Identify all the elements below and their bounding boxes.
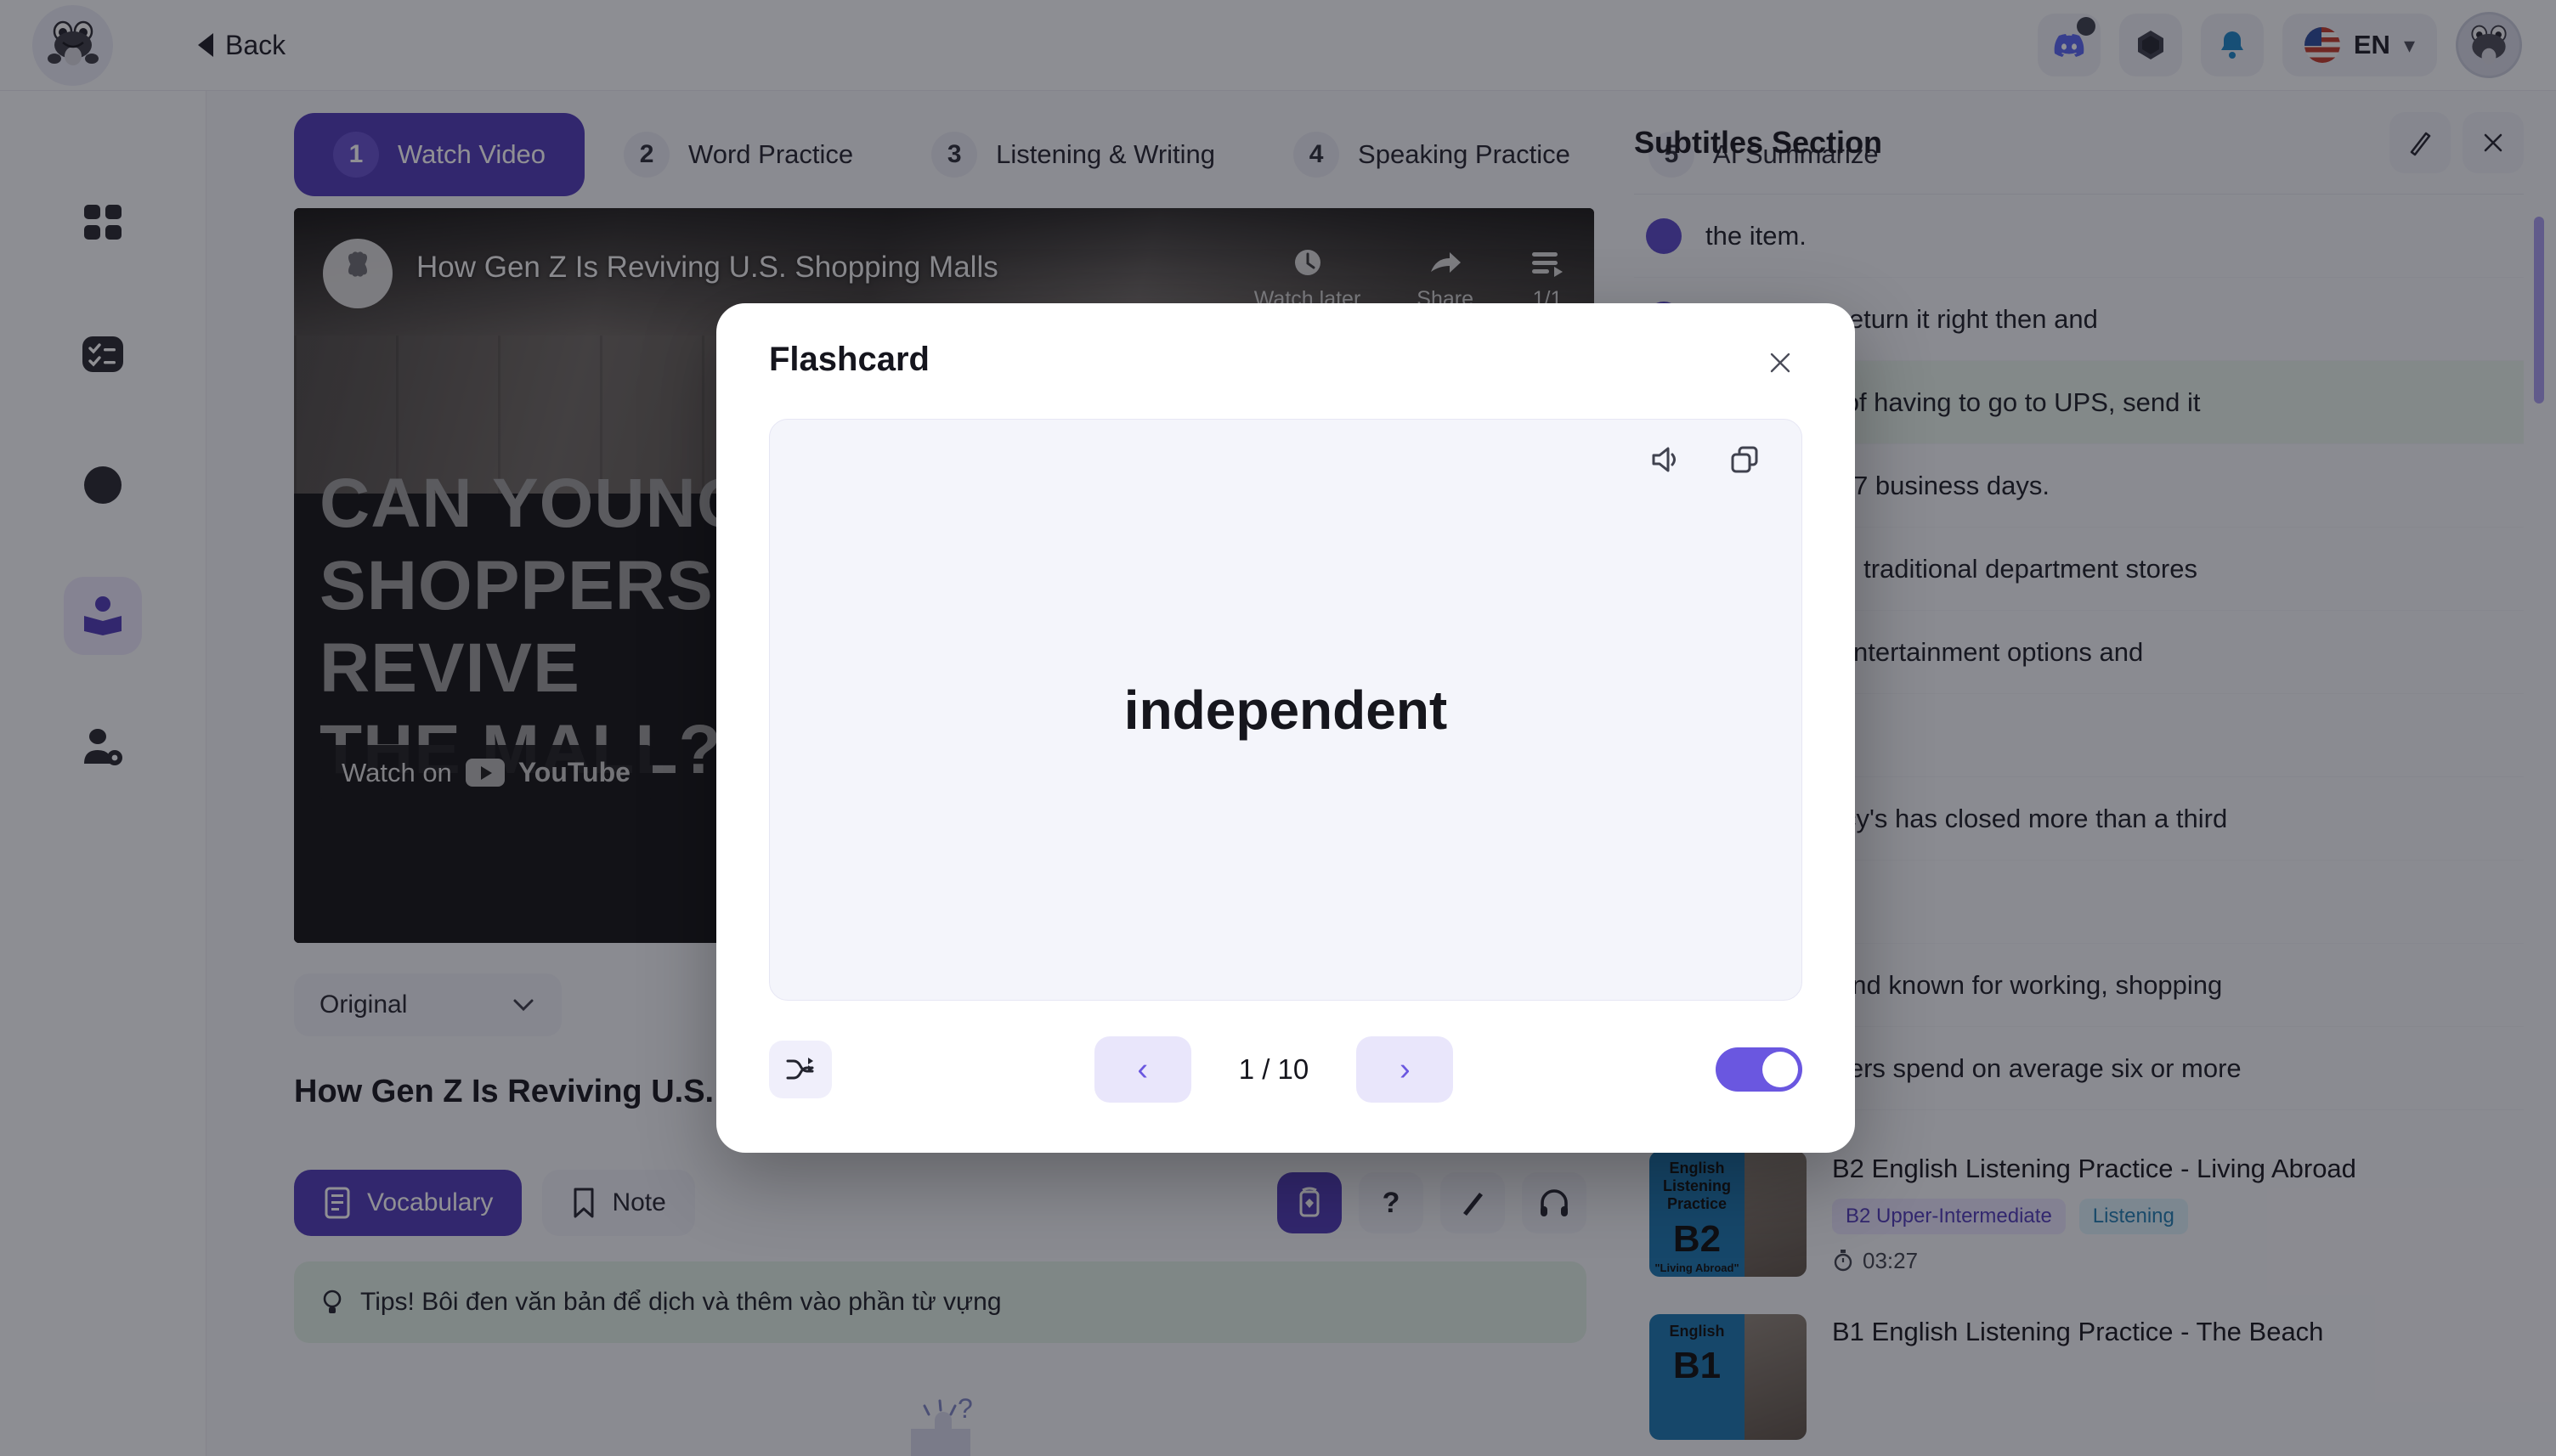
chevron-right-icon: › — [1399, 1052, 1411, 1087]
flashcard-close-button[interactable] — [1758, 341, 1802, 385]
next-card-button[interactable]: › — [1356, 1036, 1454, 1103]
screen-root: Back EN ▾ 1 Watch Video 2 Word Practice … — [0, 0, 2556, 1456]
shuffle-icon — [786, 1058, 814, 1080]
flashcard-word: independent — [1123, 679, 1448, 741]
speaker-glyph — [1652, 447, 1676, 472]
flashcard-modal: Flashcard independent ‹ 1 / 10 › — [716, 303, 1855, 1153]
flashcard-counter: 1 / 10 — [1238, 1053, 1309, 1085]
flashcard-modal-header: Flashcard — [769, 341, 1802, 385]
flashcard-flip-toggle[interactable] — [1715, 1047, 1802, 1092]
shuffle-button[interactable] — [769, 1041, 832, 1098]
flashcard-footer: ‹ 1 / 10 › — [769, 1036, 1802, 1103]
speaker-volume-icon[interactable] — [1648, 443, 1684, 480]
copy-layers-icon[interactable] — [1728, 443, 1762, 480]
flashcard-tools — [1648, 443, 1762, 480]
toggle-knob — [1761, 1052, 1798, 1087]
chevron-left-icon: ‹ — [1137, 1052, 1149, 1087]
previous-card-button[interactable]: ‹ — [1094, 1036, 1191, 1103]
flashcard-modal-title: Flashcard — [769, 341, 930, 378]
close-x-icon — [1770, 353, 1790, 373]
flashcard-face[interactable]: independent — [769, 419, 1802, 1001]
flashcard-navigation: ‹ 1 / 10 › — [1094, 1036, 1454, 1103]
copy-glyph — [1731, 446, 1758, 473]
